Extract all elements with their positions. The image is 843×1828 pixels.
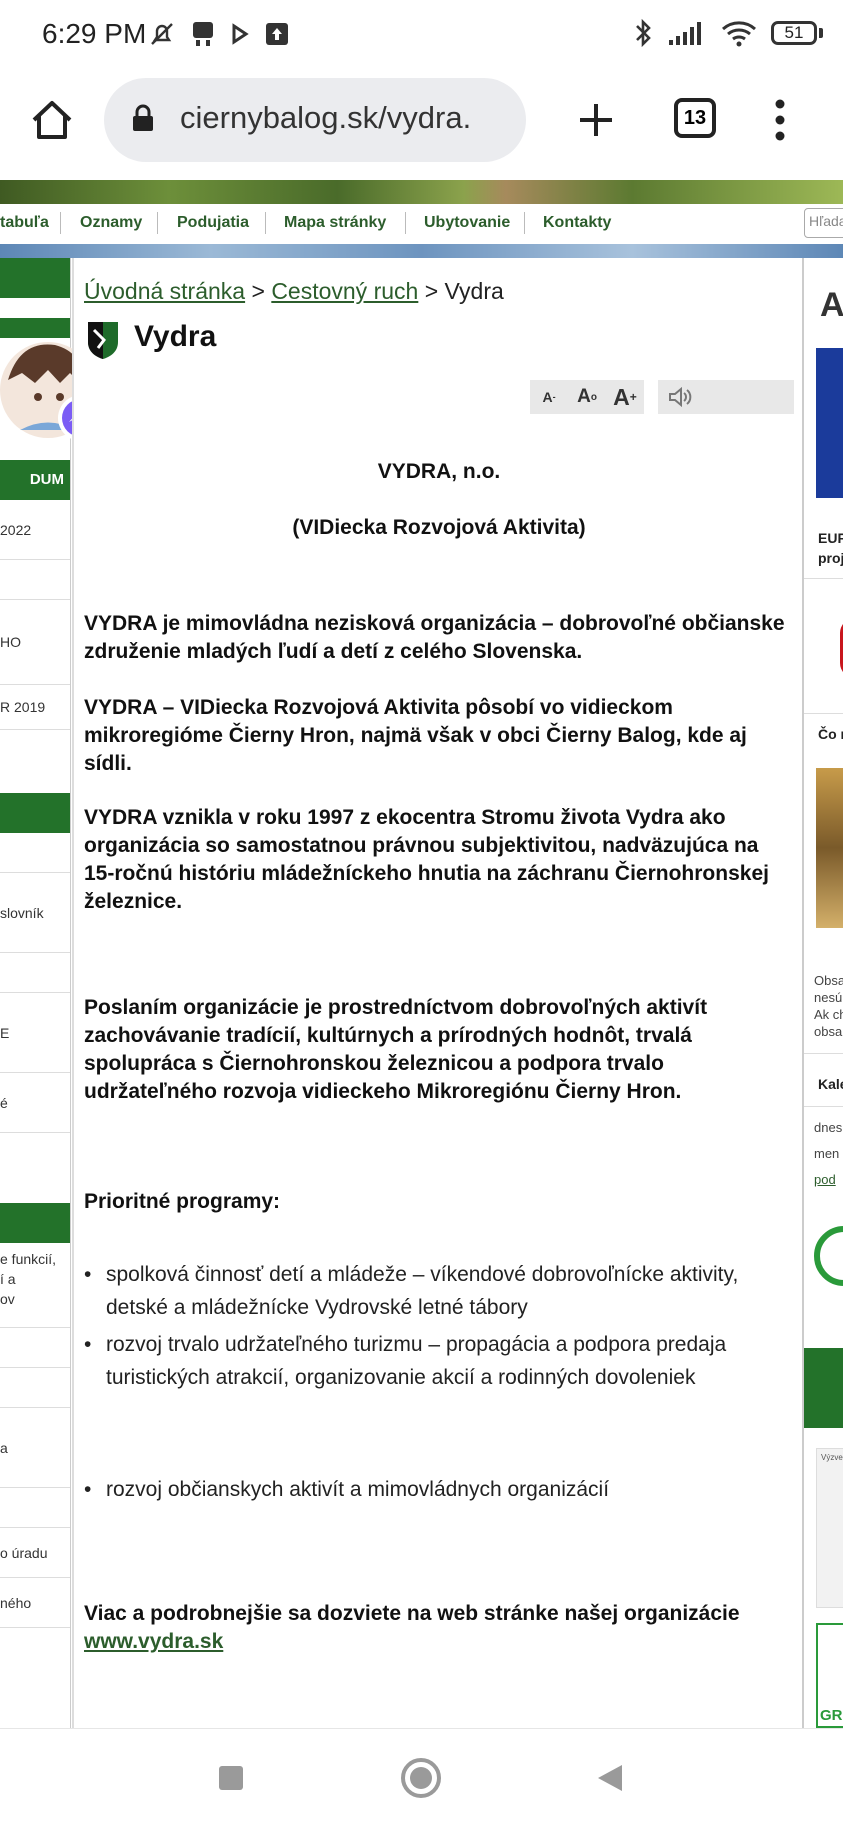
sidebar-item[interactable]: o úradu: [0, 1528, 70, 1578]
list-item: • rozvoj občianskych aktivít a mimovládn…: [84, 1478, 610, 1501]
sidebar-item[interactable]: [0, 560, 70, 600]
sidebar-item[interactable]: R 2019: [0, 685, 70, 730]
site-search-input[interactable]: Hľada: [804, 208, 843, 238]
android-navigation-bar: [0, 1728, 843, 1828]
sidebar-item[interactable]: e funkcií, í a ov: [0, 1243, 70, 1328]
font-increase-button[interactable]: A +: [606, 380, 644, 414]
nav-item-oznamy[interactable]: Oznamy: [80, 214, 142, 232]
play-icon: [232, 23, 249, 45]
org-subtitle: (VIDiecka Rozvojová Aktivita): [292, 516, 586, 539]
paragraph: VYDRA – VIDiecka Rozvojová Aktivita pôso…: [84, 696, 747, 775]
main-content: Úvodná stránka > Cestovný ruch > Vydra V…: [72, 258, 802, 1728]
eu-flag-banner[interactable]: [816, 348, 843, 498]
home-circle-icon[interactable]: [400, 1757, 442, 1799]
more-info-text: Viac a podrobnejšie sa dozviete na web s…: [84, 1602, 740, 1653]
list-item: • rozvoj trvalo udržateľného turizmu – p…: [84, 1333, 727, 1389]
lock-icon: [133, 104, 153, 131]
font-decrease-button[interactable]: A-: [530, 380, 568, 414]
muted-bell-icon: [151, 23, 173, 45]
more-menu-icon[interactable]: [772, 96, 788, 144]
back-icon[interactable]: [596, 1763, 624, 1793]
website-link[interactable]: www.vydra.sk: [84, 1630, 223, 1653]
browser-toolbar: ciernybalog.sk/vydra. 13: [0, 72, 843, 180]
sidebar-green-bar: [0, 793, 70, 833]
breadcrumb: Úvodná stránka > Cestovný ruch > Vydra: [84, 278, 504, 304]
promo-image[interactable]: [816, 768, 843, 928]
sidebar-item[interactable]: [0, 833, 70, 873]
font-reset-button[interactable]: Ao: [568, 380, 606, 414]
notification-icons: [148, 20, 290, 48]
battery-indicator: 51: [771, 21, 823, 45]
calendar-thumbnail[interactable]: Výzve: [816, 1448, 843, 1608]
sidebar-green-bar: [0, 1203, 70, 1243]
sidebar-item[interactable]: E: [0, 993, 70, 1073]
system-icons: 51: [633, 18, 823, 48]
site-navigation: tabuľa Oznamy Podujatia Mapa stránky Uby…: [0, 204, 843, 245]
upload-icon: [266, 23, 288, 45]
recent-apps-icon[interactable]: [218, 1765, 244, 1791]
paragraph: VYDRA je mimovládna nezisková organizáci…: [84, 612, 785, 663]
sidebar-item[interactable]: [0, 1328, 70, 1368]
sidebar-heading: DUM: [0, 460, 70, 500]
sidebar-item[interactable]: HO: [0, 600, 70, 685]
breadcrumb-section-link[interactable]: Cestovný ruch: [271, 278, 418, 304]
new-tab-icon[interactable]: [572, 96, 620, 144]
sky-decoration: [0, 244, 843, 258]
breadcrumb-current: Vydra: [444, 278, 504, 304]
sidebar-item[interactable]: a: [0, 1408, 70, 1488]
nav-item-kontakty[interactable]: Kontakty: [543, 214, 611, 232]
list-item: • spolková činnosť detí a mládeže – víke…: [84, 1263, 739, 1319]
sidebar-item[interactable]: ného: [0, 1578, 70, 1628]
font-size-tools: A- Ao A +: [530, 380, 644, 414]
sidebar-green-bar: [0, 258, 70, 298]
signal-icon: [669, 22, 701, 45]
bluetooth-icon: [636, 18, 651, 48]
read-aloud-button[interactable]: [658, 380, 794, 414]
programs-heading: Prioritné programy:: [84, 1190, 281, 1213]
sidebar-logo-letter: A: [820, 286, 843, 324]
speaker-icon: [669, 387, 692, 407]
nav-item-ubytovanie[interactable]: Ubytovanie: [424, 214, 510, 232]
green-badge[interactable]: GR: [816, 1623, 843, 1728]
sidebar-item[interactable]: é: [0, 1073, 70, 1133]
sidebar-item[interactable]: [0, 1488, 70, 1528]
app-notification-icon: [193, 22, 213, 46]
green-crest-block[interactable]: [804, 1348, 843, 1428]
sidebar-item[interactable]: 2022: [0, 500, 70, 560]
status-bar: 6:29 PM 51: [0, 0, 843, 72]
nav-item-tabula[interactable]: tabuľa: [0, 214, 49, 232]
wifi-icon: [722, 21, 756, 47]
tab-switcher-button[interactable]: 13: [674, 98, 716, 138]
paragraph: VYDRA vznikla v roku 1997 z ekocentra St…: [84, 806, 769, 913]
sidebar-item[interactable]: [0, 1368, 70, 1408]
status-time: 6:29 PM: [42, 18, 147, 49]
green-circle-logo[interactable]: [814, 1226, 843, 1286]
site-banner: [0, 180, 843, 204]
address-bar[interactable]: ciernybalog.sk/vydra.: [104, 78, 526, 162]
nav-item-mapa-stranky[interactable]: Mapa stránky: [284, 214, 386, 232]
url-text: ciernybalog.sk/vydra.: [180, 100, 472, 135]
crest-icon: [88, 322, 118, 359]
nav-item-podujatia[interactable]: Podujatia: [177, 214, 249, 232]
paragraph: Poslaním organizácie je prostredníctvom …: [84, 996, 708, 1103]
breadcrumb-home-link[interactable]: Úvodná stránka: [84, 278, 245, 304]
page-title: Vydra: [134, 320, 217, 353]
org-name-heading: VYDRA, n.o.: [377, 460, 501, 483]
sidebar-item[interactable]: slovník: [0, 873, 70, 953]
right-sidebar: A EUR proj Čo r Obsa nesú Ak ch obsa Kal…: [801, 258, 843, 1728]
sidebar-item[interactable]: [0, 953, 70, 993]
left-sidebar: DUM 2022 HO R 2019 slovník E é e funkcií…: [0, 258, 71, 1728]
home-icon[interactable]: [28, 96, 76, 144]
